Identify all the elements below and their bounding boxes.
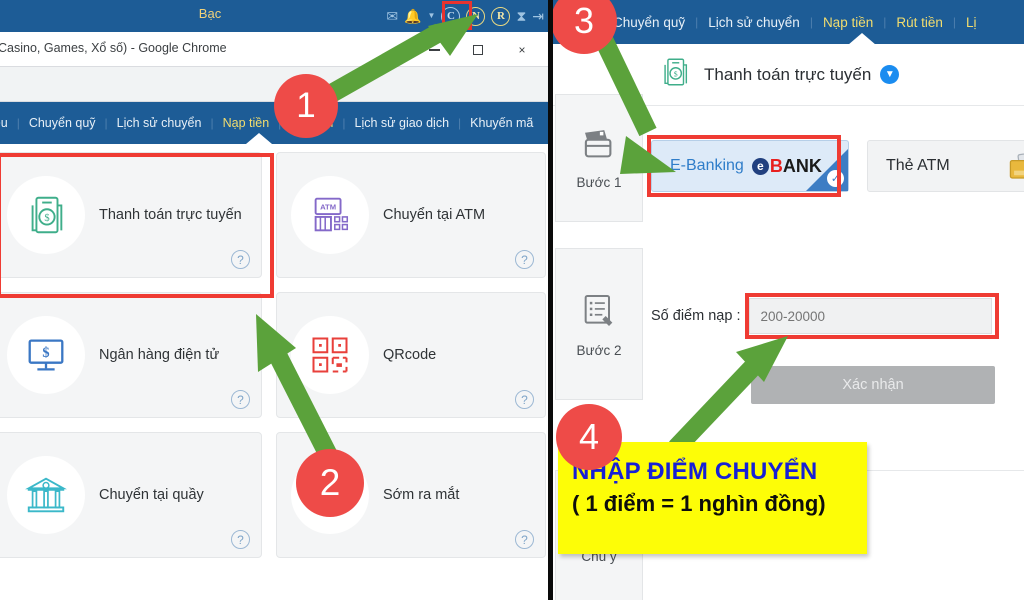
minimize-icon[interactable]	[412, 38, 456, 62]
check-icon: ✓	[827, 170, 844, 187]
mobile-payment-icon: $	[7, 176, 85, 254]
circle-r-icon[interactable]: R	[491, 6, 511, 26]
confirm-button[interactable]: Xác nhận	[751, 366, 995, 404]
help-icon[interactable]: ?	[515, 530, 534, 549]
selected-corner-shape	[806, 149, 848, 191]
ebank-logo-e: e	[751, 157, 769, 175]
help-icon[interactable]: ?	[231, 250, 250, 269]
hourglass-icon[interactable]: ⧗	[516, 9, 526, 23]
payment-methods-area: $ Thanh toán trực tuyến ? ATM Chuyển tại…	[0, 144, 548, 600]
window-controls: ×	[412, 38, 544, 62]
svg-text:$: $	[674, 69, 678, 78]
svg-text:$: $	[42, 345, 49, 361]
form-edit-icon	[579, 291, 619, 336]
highlight-box-n-icon	[442, 1, 472, 30]
nav-active-caret-icon	[246, 133, 272, 144]
annotation-badge-2: 2	[296, 449, 364, 517]
help-icon[interactable]: ?	[231, 530, 250, 549]
payment-card-label: Chuyển tại ATM	[383, 207, 486, 223]
right-nav-active-caret-icon	[848, 33, 876, 44]
close-icon[interactable]: ×	[500, 38, 544, 62]
qrcode-icon	[291, 316, 369, 394]
right-nav-item-lich-su-chuyen[interactable]: Lịch sử chuyển	[698, 15, 810, 30]
maximize-icon[interactable]	[456, 38, 500, 62]
payment-card-label: Ngân hàng điện tử	[99, 347, 220, 363]
svg-text:ATM: ATM	[320, 202, 336, 211]
payment-methods-grid: $ Thanh toán trực tuyến ? ATM Chuyển tại…	[0, 152, 548, 558]
payment-card-label: Chuyển tại quầy	[99, 487, 204, 503]
right-nav-item-lich-su[interactable]: Lị	[956, 15, 987, 30]
payment-method-tabs: E-Banking e B ANK ✓ Thẻ ATM	[651, 140, 1024, 192]
mail-icon[interactable]: ✉	[386, 9, 398, 23]
nav-item-5[interactable]: Lịch sử giao dịch	[346, 116, 459, 130]
nav-item-6[interactable]: Khuyến mã	[461, 116, 542, 130]
method-tab-label: Thẻ ATM	[886, 157, 950, 174]
annotation-badge-1: 1	[274, 74, 338, 138]
nav-item-0[interactable]: iệu	[0, 116, 17, 130]
nav-item-nap-tien[interactable]: Nạp tiền	[214, 116, 279, 130]
payment-card-chuyen-tai-quay[interactable]: Chuyển tại quầy ?	[0, 432, 262, 558]
amount-row: Số điểm nạp :	[651, 298, 993, 334]
method-tab-ebanking[interactable]: E-Banking e B ANK ✓	[651, 140, 849, 192]
svg-text:$: $	[44, 213, 49, 224]
help-icon[interactable]: ?	[515, 250, 534, 269]
right-nav-item-nap-tien[interactable]: Nạp tiền	[813, 15, 883, 30]
payment-card-label: Sớm ra mắt	[383, 487, 460, 503]
annotation-badge-4: 4	[556, 404, 622, 470]
step-label-2: Bước 2	[576, 342, 622, 358]
panel-divider	[548, 0, 553, 600]
screenshot-root: Bạc ✉ 🔔 ▼ C N R ⧗ ⇥ Casino, Games, Xổ số…	[0, 0, 1024, 600]
logout-icon[interactable]: ⇥	[532, 9, 544, 23]
notification-icon[interactable]: 🔔	[404, 9, 421, 23]
help-icon[interactable]: ?	[515, 390, 534, 409]
right-nav-items: XXXX Chuyển quỹ | Lịch sử chuyển | Nạp t…	[553, 0, 987, 44]
chrome-title-bar: Casino, Games, Xổ số) - Google Chrome ×	[0, 32, 548, 67]
amount-input[interactable]	[749, 298, 993, 334]
amount-label: Số điểm nạp :	[651, 308, 741, 324]
left-panel: Bạc ✉ 🔔 ▼ C N R ⧗ ⇥ Casino, Games, Xổ số…	[0, 0, 548, 600]
help-icon[interactable]: ?	[231, 390, 250, 409]
callout-line-2: ( 1 điểm = 1 nghìn đồng)	[572, 491, 826, 516]
chrome-toolbar-strip	[0, 67, 548, 102]
card-stack-icon	[578, 127, 620, 168]
atm-cards-icon	[1004, 151, 1024, 188]
payment-card-thanh-toan-truc-tuyen[interactable]: $ Thanh toán trực tuyến ?	[0, 152, 262, 278]
payment-card-qrcode[interactable]: QRcode ?	[276, 292, 546, 418]
right-nav-item-rut-tien[interactable]: Rút tiền	[886, 15, 953, 30]
online-banking-icon: $	[7, 316, 85, 394]
mobile-payment-icon-small: $	[658, 55, 692, 94]
bank-building-icon	[7, 456, 85, 534]
nav-item-2[interactable]: Lịch sử chuyển	[108, 116, 211, 130]
step-column-1: Bước 1	[555, 94, 643, 222]
right-nav-bar: XXXX Chuyển quỹ | Lịch sử chuyển | Nạp t…	[553, 0, 1024, 44]
step-column-2: Bước 2	[555, 248, 643, 400]
step-label-1: Bước 1	[576, 174, 622, 190]
nav-item-1[interactable]: Chuyển quỹ	[20, 116, 105, 130]
balance-label: Bạc	[198, 6, 222, 21]
payment-card-label: QRcode	[383, 347, 437, 363]
atm-machine-icon: ATM	[291, 176, 369, 254]
method-tab-the-atm[interactable]: Thẻ ATM	[867, 140, 1024, 192]
ebank-logo-b: B	[769, 155, 783, 176]
payment-card-label: Thanh toán trực tuyến	[99, 207, 242, 223]
payment-card-chuyen-tai-atm[interactable]: ATM Chuyển tại ATM ?	[276, 152, 546, 278]
chrome-window-title: Casino, Games, Xổ số) - Google Chrome	[0, 41, 227, 55]
method-tab-label: E-Banking	[670, 157, 744, 174]
chevron-down-icon[interactable]: ▼	[880, 65, 900, 84]
payment-card-ngan-hang-dien-tu[interactable]: $ Ngân hàng điện tử ?	[0, 292, 262, 418]
chevron-down-icon[interactable]: ▼	[428, 12, 436, 20]
callout-line-1: NHẬP ĐIỂM CHUYỂN	[572, 458, 818, 485]
right-header-title: Thanh toán trực tuyến	[704, 64, 872, 84]
